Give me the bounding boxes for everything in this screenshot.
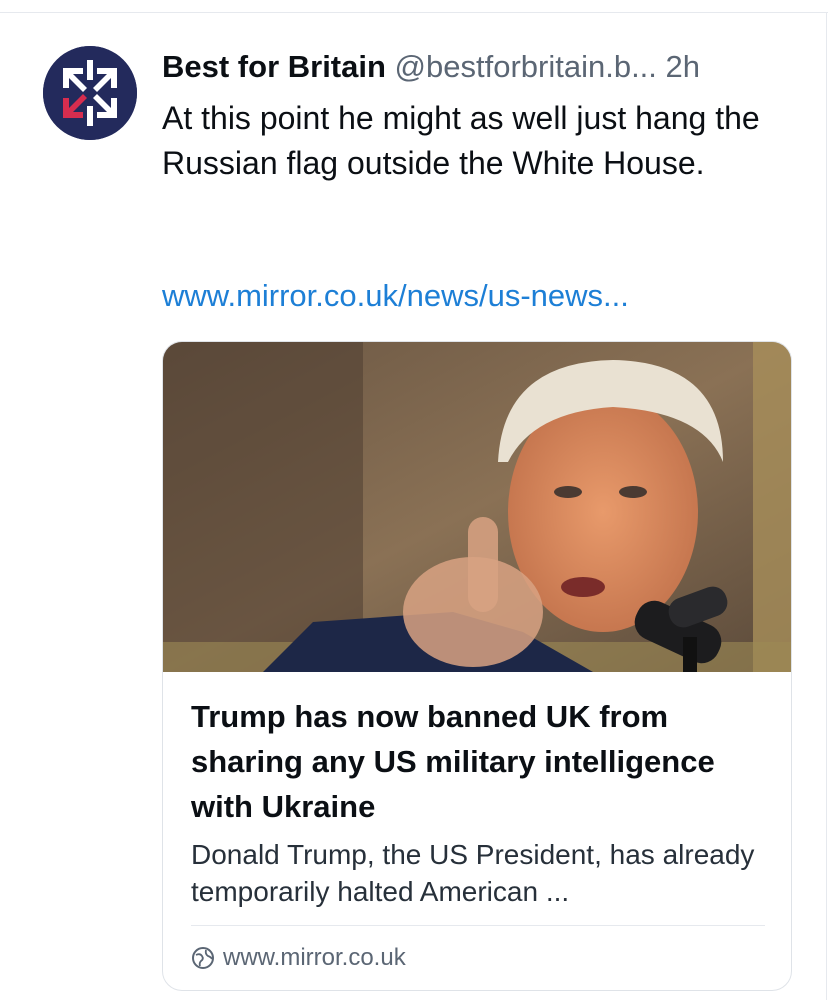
author-handle[interactable]: @bestforbritain.b... xyxy=(395,49,657,84)
post-timestamp[interactable]: 2h xyxy=(666,49,700,84)
author-name[interactable]: Best for Britain xyxy=(162,49,386,84)
post-text: At this point he might as well just hang… xyxy=(162,100,760,181)
card-title[interactable]: Trump has now banned UK from sharing any… xyxy=(191,694,751,829)
right-divider xyxy=(826,12,827,1000)
card-divider xyxy=(191,925,765,926)
post-header: Best for Britain @bestforbritain.b... 2h xyxy=(162,48,812,86)
card-domain[interactable]: www.mirror.co.uk xyxy=(191,940,406,976)
best-for-britain-logo-icon xyxy=(43,46,137,140)
card-description: Donald Trump, the US President, has alre… xyxy=(191,839,755,907)
card-domain-text: www.mirror.co.uk xyxy=(223,944,406,971)
post-link[interactable]: www.mirror.co.uk/news/us-news... xyxy=(162,276,629,316)
card-image xyxy=(163,342,791,672)
avatar[interactable] xyxy=(43,46,137,140)
link-preview-card[interactable]: Trump has now banned UK from sharing any… xyxy=(162,341,792,991)
top-divider xyxy=(0,12,828,13)
globe-icon xyxy=(191,946,215,970)
